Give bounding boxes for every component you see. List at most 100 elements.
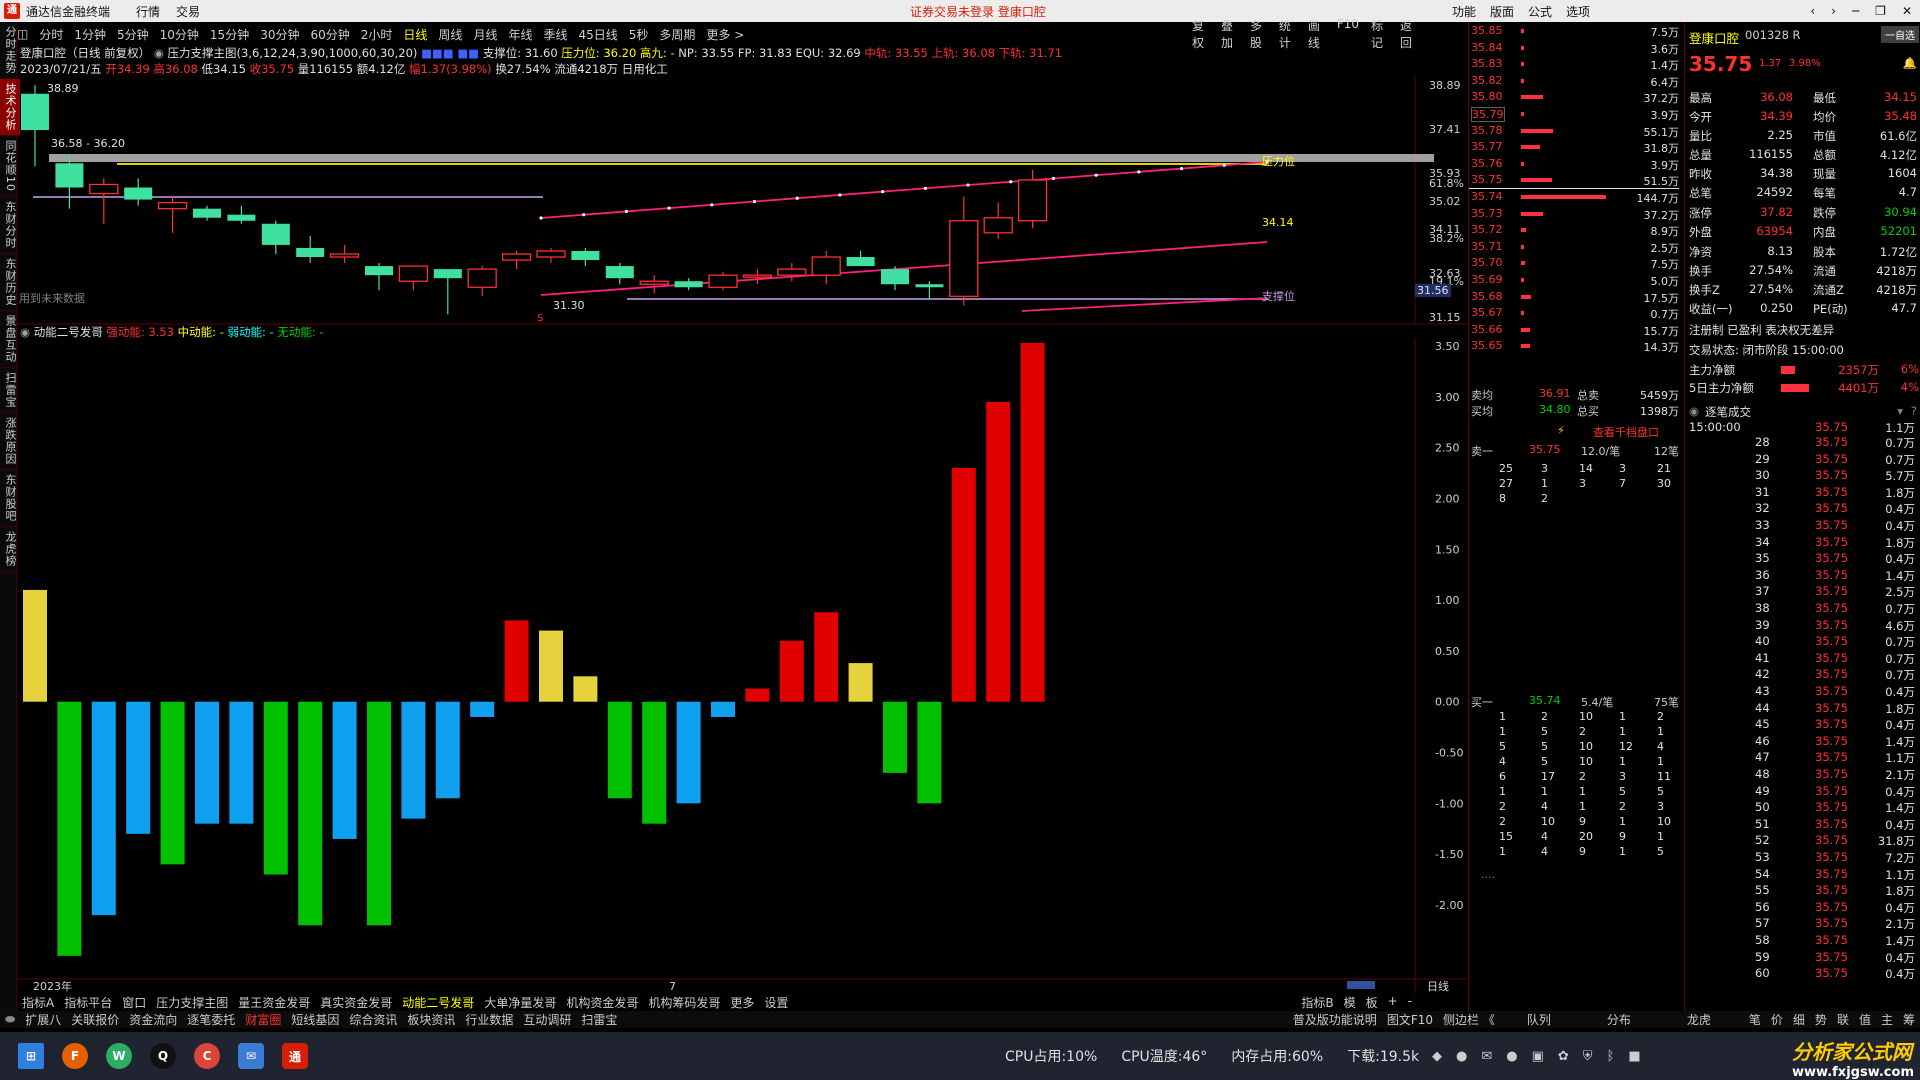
tray-app-icon[interactable]: ◆ — [1432, 1049, 1442, 1064]
candle-body[interactable] — [639, 280, 669, 285]
tool-overlay[interactable]: 叠加 — [1221, 17, 1238, 51]
energy-bar[interactable] — [91, 701, 116, 916]
energy-bar[interactable] — [814, 612, 839, 702]
energy-bar[interactable] — [263, 701, 288, 875]
period-intraday[interactable]: 分时 — [39, 26, 63, 43]
menu-layout[interactable]: 版面 — [1490, 3, 1514, 20]
candle-body[interactable] — [915, 284, 944, 288]
ladder-row[interactable]: 35.70 7.5万 — [1469, 256, 1679, 271]
candle-body[interactable] — [949, 220, 979, 297]
period-quarterly[interactable]: 季线 — [543, 26, 567, 43]
tool-f10[interactable]: F10 — [1337, 17, 1359, 51]
tab-sector-news[interactable]: 板块资讯 — [402, 1011, 460, 1028]
energy-bar[interactable] — [367, 701, 391, 926]
ladder-row[interactable]: 35.76 3.9万 — [1469, 157, 1679, 172]
period-45day[interactable]: 45日线 — [578, 26, 617, 43]
candle-body[interactable] — [365, 266, 393, 276]
candle-body[interactable] — [605, 266, 634, 279]
tab-trend[interactable]: 势 — [1810, 1011, 1832, 1028]
panel-settings-icon[interactable]: ◉ — [20, 325, 30, 339]
forward-icon[interactable]: › — [1831, 4, 1836, 18]
period-5min[interactable]: 5分钟 — [117, 26, 149, 43]
energy-bar[interactable] — [951, 467, 976, 702]
ladder-row[interactable]: 35.69 5.0万 — [1469, 273, 1679, 288]
candle-body[interactable] — [124, 187, 153, 200]
energy-bar[interactable] — [745, 688, 770, 702]
ladder-row[interactable]: 35.67 0.7万 — [1469, 306, 1679, 321]
tab-ext8[interactable]: 扩展八 — [20, 1011, 66, 1028]
ladder-row[interactable]: 35.79 3.9万 — [1469, 107, 1679, 122]
candle-body[interactable] — [157, 201, 188, 210]
help-icon[interactable]: ? — [1911, 404, 1917, 418]
energy-bar[interactable] — [883, 701, 907, 773]
scroll-thumb[interactable] — [1347, 981, 1375, 989]
zoom-out-button[interactable]: - — [1403, 994, 1417, 1010]
tool-mark[interactable]: 标记 — [1371, 17, 1388, 51]
candle-body[interactable] — [55, 163, 84, 188]
close-icon[interactable]: ✕ — [1902, 4, 1912, 18]
tab-energy-two[interactable]: 动能二号发哥 — [397, 994, 479, 1010]
period-15min[interactable]: 15分钟 — [210, 26, 249, 43]
candle-body[interactable] — [674, 281, 703, 288]
layout-icon[interactable]: ◫ — [17, 27, 28, 41]
zoom-in-button[interactable]: + — [1383, 994, 1403, 1010]
tab-ticks[interactable]: 笔 — [1744, 1011, 1766, 1028]
period-yearly[interactable]: 年线 — [508, 26, 532, 43]
ladder-row[interactable]: 35.82 6.4万 — [1469, 74, 1679, 89]
tab-indicator-b[interactable]: 指标B — [1296, 994, 1338, 1010]
period-2h[interactable]: 2小时 — [361, 26, 393, 43]
qq-icon[interactable]: Q — [150, 1043, 176, 1069]
energy-bar[interactable] — [539, 630, 563, 702]
ladder-row[interactable]: 35.68 17.5万 — [1469, 290, 1679, 305]
tab-value[interactable]: 值 — [1854, 1011, 1876, 1028]
settings-icon[interactable]: ◉ — [154, 46, 164, 60]
tab-window[interactable]: 窗口 — [117, 994, 151, 1010]
tab-queue[interactable]: 队列 — [1522, 1011, 1556, 1028]
toggle-icon[interactable]: ⬬ — [0, 1012, 20, 1027]
view-thousand-levels[interactable]: ⚡ 查看千档盘口 — [1469, 424, 1679, 439]
period-30min[interactable]: 30分钟 — [260, 26, 299, 43]
energy-bar[interactable] — [986, 401, 1011, 702]
period-1min[interactable]: 1分钟 — [74, 26, 106, 43]
tab-distribution[interactable]: 分布 — [1602, 1011, 1636, 1028]
tab-chips[interactable]: 筹 — [1898, 1011, 1920, 1028]
wechat-icon[interactable]: W — [106, 1043, 132, 1069]
tray-mail-icon[interactable]: ✉ — [1481, 1049, 1492, 1064]
ladder-row[interactable]: 35.75 51.5万 — [1469, 173, 1679, 190]
tool-multistock[interactable]: 多股 — [1250, 17, 1267, 51]
tab-inst-funds[interactable]: 机构资金发哥 — [561, 994, 643, 1010]
candle-body[interactable] — [742, 274, 773, 278]
tray-network-icon[interactable]: ▣ — [1532, 1049, 1544, 1064]
menu-options[interactable]: 选项 — [1566, 3, 1590, 20]
period-60min[interactable]: 60分钟 — [310, 26, 349, 43]
tab-news[interactable]: 综合资讯 — [344, 1011, 402, 1028]
ladder-row[interactable]: 35.65 14.3万 — [1469, 339, 1679, 354]
menu-market[interactable]: 行情 — [136, 3, 160, 20]
ladder-row[interactable]: 35.78 55.1万 — [1469, 124, 1679, 139]
tray-bluetooth-icon[interactable]: ᛒ — [1607, 1049, 1615, 1064]
energy-bar[interactable] — [401, 701, 426, 819]
filter-icon[interactable]: ▾ — [1897, 404, 1903, 418]
energy-bar[interactable] — [1020, 342, 1045, 702]
energy-bar[interactable] — [779, 640, 804, 702]
ladder-row[interactable]: 35.66 15.7万 — [1469, 323, 1679, 338]
energy-bar[interactable] — [229, 701, 254, 824]
energy-bar-chart[interactable]: 3.50 3.00 2.50 2.00 1.50 1.00 0.50 0.00 -0.50 -1.… — [17, 338, 1467, 993]
tab-settings[interactable]: 设置 — [759, 994, 793, 1010]
ladder-row[interactable]: 35.74 144.7万 — [1469, 190, 1679, 205]
queue-more[interactable]: .... — [1469, 868, 1679, 883]
period-more[interactable]: 更多 > — [706, 26, 744, 43]
tool-return[interactable]: 返回 — [1400, 17, 1417, 51]
period-multi[interactable]: 多周期 — [659, 26, 695, 43]
tray-shield-icon[interactable]: ⛨ — [1583, 1049, 1593, 1064]
energy-bar[interactable] — [57, 701, 82, 956]
tab-sidebar-toggle[interactable]: 侧边栏 《 — [1438, 1011, 1500, 1028]
tab-minesweeper[interactable]: 扫雷宝 — [576, 1011, 622, 1028]
period-5sec[interactable]: 5秒 — [629, 26, 649, 43]
candle-body[interactable] — [21, 93, 49, 131]
tab-model[interactable]: 模 — [1339, 994, 1361, 1010]
energy-bar[interactable] — [126, 701, 151, 834]
period-daily[interactable]: 日线 — [403, 26, 427, 43]
candle-body[interactable] — [881, 269, 909, 285]
tool-draw[interactable]: 画线 — [1308, 17, 1325, 51]
